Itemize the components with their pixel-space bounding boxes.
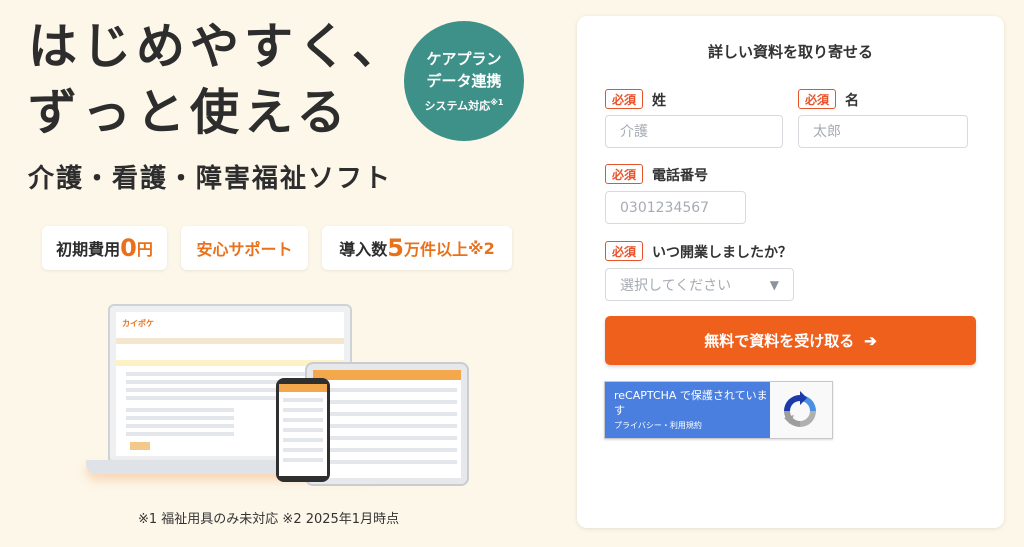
recaptcha-widget[interactable]: reCAPTCHA で保護されています プライバシー・利用規約: [604, 381, 833, 439]
required-badge-opening: 必須: [605, 241, 644, 261]
first-name-label: 名: [845, 93, 859, 109]
arrow-right-icon: ➔: [864, 332, 877, 350]
phone-label: 電話番号: [652, 168, 708, 184]
first-name-input[interactable]: [798, 115, 968, 148]
feature-adoption: 導入数 5 万件以上 ※2: [322, 226, 512, 270]
opening-date-select[interactable]: 選択してください ▼: [605, 268, 794, 301]
headline-line1: はじめやすく、: [28, 18, 407, 75]
last-name-label: 姓: [652, 93, 666, 109]
badge-line1: ケアプラン: [426, 50, 502, 68]
care-plan-badge: ケアプラン データ連携 システム対応※1: [404, 21, 524, 141]
badge-line3-text: システム対応: [424, 99, 491, 113]
recaptcha-links[interactable]: プライバシー・利用規約: [614, 420, 702, 431]
caret-down-icon: ▼: [769, 277, 779, 292]
feature-support: 安心サポート: [181, 226, 308, 270]
feature-initial-cost-prefix: 初期費用: [56, 240, 121, 259]
opening-date-select-value: 選択してください: [620, 277, 732, 294]
mockup-logo: カイポケ: [122, 319, 154, 328]
feature-adoption-suffix: 万件以上: [404, 240, 469, 259]
recaptcha-text-panel: reCAPTCHA で保護されています プライバシー・利用規約: [605, 382, 770, 438]
recaptcha-protected-text: reCAPTCHA で保護されています: [614, 389, 768, 417]
recaptcha-logo-icon: [784, 391, 816, 427]
product-subhead: 介護・看護・障害福祉ソフト: [28, 164, 393, 194]
feature-adoption-prefix: 導入数: [339, 240, 388, 259]
required-badge-first-name: 必須: [798, 89, 837, 109]
feature-initial-cost-value: 0: [120, 234, 137, 262]
required-badge-last-name: 必須: [605, 89, 644, 109]
badge-line3: システム対応※1: [404, 94, 524, 116]
badge-line2: データ連携: [426, 72, 502, 90]
footnote: ※1 福祉用具のみ未対応 ※2 2025年1月時点: [138, 512, 400, 527]
feature-initial-cost-suffix: 円: [136, 240, 153, 259]
submit-button[interactable]: 無料で資料を受け取る ➔: [605, 316, 976, 365]
badge-footnote-mark: ※1: [490, 98, 504, 107]
feature-adoption-value: 5: [387, 234, 404, 262]
required-badge-phone: 必須: [605, 164, 644, 184]
phone-mockup: [276, 378, 330, 482]
headline: はじめやすく、 ずっと使える: [28, 14, 406, 146]
feature-initial-cost: 初期費用 0 円: [42, 226, 167, 270]
phone-input[interactable]: [605, 191, 746, 224]
submit-button-label: 無料で資料を受け取る: [704, 333, 855, 350]
last-name-input[interactable]: [605, 115, 783, 148]
opening-date-label: いつ開業しましたか？: [652, 245, 792, 261]
feature-adoption-note: ※2: [468, 238, 495, 258]
form-title: 詳しい資料を取り寄せる: [707, 43, 873, 61]
headline-line2: ずっと使える: [28, 84, 351, 141]
